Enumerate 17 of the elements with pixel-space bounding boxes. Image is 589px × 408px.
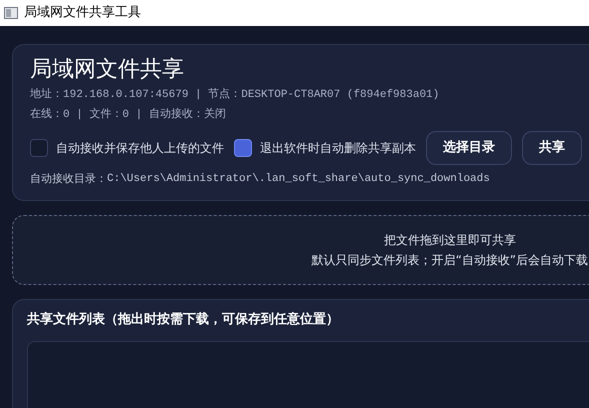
directory-path: C:\Users\Administrator\.lan_soft_share\auto_sync_downloads [107,172,490,187]
checkbox[interactable] [30,139,48,157]
directory-label: 自动接收目录： [30,171,107,187]
action-button[interactable]: 选择目录 [426,131,512,165]
drop-hint-text: 把文件拖到这里即可共享 [384,232,516,248]
window-title: 局域网文件共享工具 [24,4,141,22]
drop-hint-text: 默认只同步文件列表；开启“自动接收”后会自动下载 [312,252,588,268]
app-icon [4,7,18,19]
checkbox-label: 自动接收并保存他人上传的文件 [56,140,224,157]
status-text: 地址：192.168.0.107:45679 | 节点：DESKTOP-CT8AR07 (f894ef983a01) [30,86,440,103]
status-text: 在线：0 | 文件：0 | 自动接收：关闭 [30,106,227,123]
action-button[interactable]: 共享 [522,131,582,165]
checkbox-label: 退出软件时自动删除共享副本 [260,140,416,157]
app-heading: 局域网文件共享 [30,56,185,84]
drop-zone[interactable]: 把文件拖到这里即可共享 默认只同步文件列表；开启“自动接收”后会自动下载 [12,214,589,284]
file-list-heading: 共享文件列表（拖出时按需下载，可保存到任意位置） [27,310,340,328]
checkbox[interactable] [234,139,252,157]
